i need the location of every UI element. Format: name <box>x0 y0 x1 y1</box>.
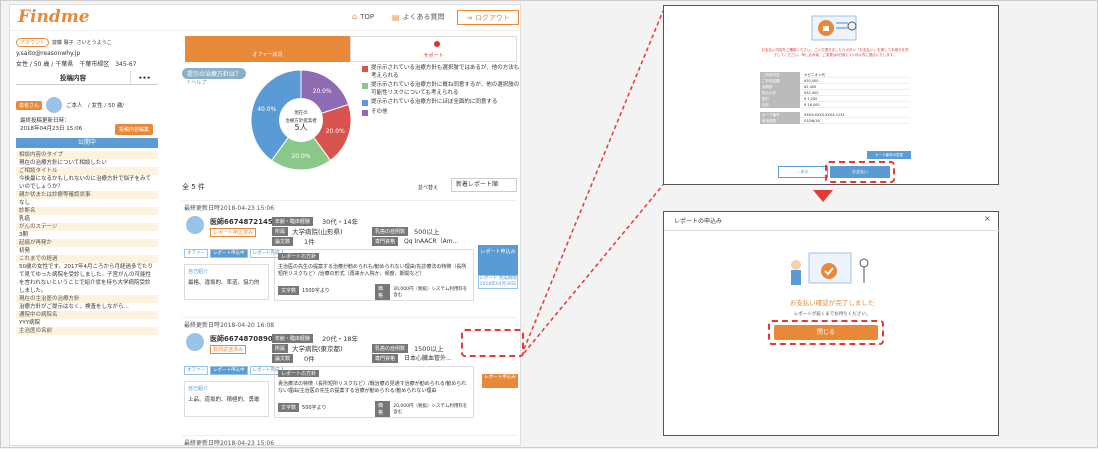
payment-table: ご利用内容 オピニオン代 ご利用金額 ¥30,000 消費税 ¥2,400 税込小計 ¥32,… <box>760 72 910 124</box>
highlight-pay-button <box>825 161 895 183</box>
modal-title: レポートの申込み <box>674 218 723 225</box>
payment-complete-sub: レポートが届くまでお待ちください。 <box>793 312 871 317</box>
payment-value: 03/06/16 <box>800 118 910 124</box>
payment-illustration-icon <box>811 15 857 41</box>
screenshot-frame: Findme ⌂ TOP ▤ よくある質問 ⇥ ログアウト アカウント 齋藤 陽… <box>0 0 1098 448</box>
payment-confirm-screen: お支払い内容をご確認ください。ご入力頂きましたらボタン「お支払い」を押して手続き… <box>663 5 999 185</box>
complete-illustration-icon <box>791 252 869 285</box>
payment-notice: お支払い内容をご確認ください。ご入力頂きましたらボタン「お支払い」を押して手続き… <box>761 48 909 57</box>
modal-divider <box>664 230 1000 231</box>
payment-row: 合計 ¥ 18,000 <box>760 102 910 108</box>
back-button[interactable]: ‹ 戻る <box>778 166 828 178</box>
change-card-button[interactable]: カード番号の変更 <box>867 151 911 159</box>
payment-value: ¥ 18,000 <box>800 102 910 108</box>
highlight-close-button <box>768 320 884 345</box>
payment-key: 合計 <box>760 102 800 108</box>
payment-row: 有効期限 03/06/16 <box>760 118 910 124</box>
close-icon[interactable]: × <box>984 214 991 223</box>
back-label: 戻る <box>800 169 809 174</box>
payment-complete-message: お支払い確認が完了しました <box>789 299 875 307</box>
payment-key: 有効期限 <box>760 118 800 124</box>
connector-line-bottom <box>523 184 664 354</box>
connector-line-top <box>523 10 664 350</box>
highlight-apply-button <box>461 329 524 357</box>
payment-complete-modal: レポートの申込み × お支払い確認が完了しました レポートが届くまでお待ちくださ… <box>663 211 1000 436</box>
down-arrow-icon <box>813 190 833 202</box>
